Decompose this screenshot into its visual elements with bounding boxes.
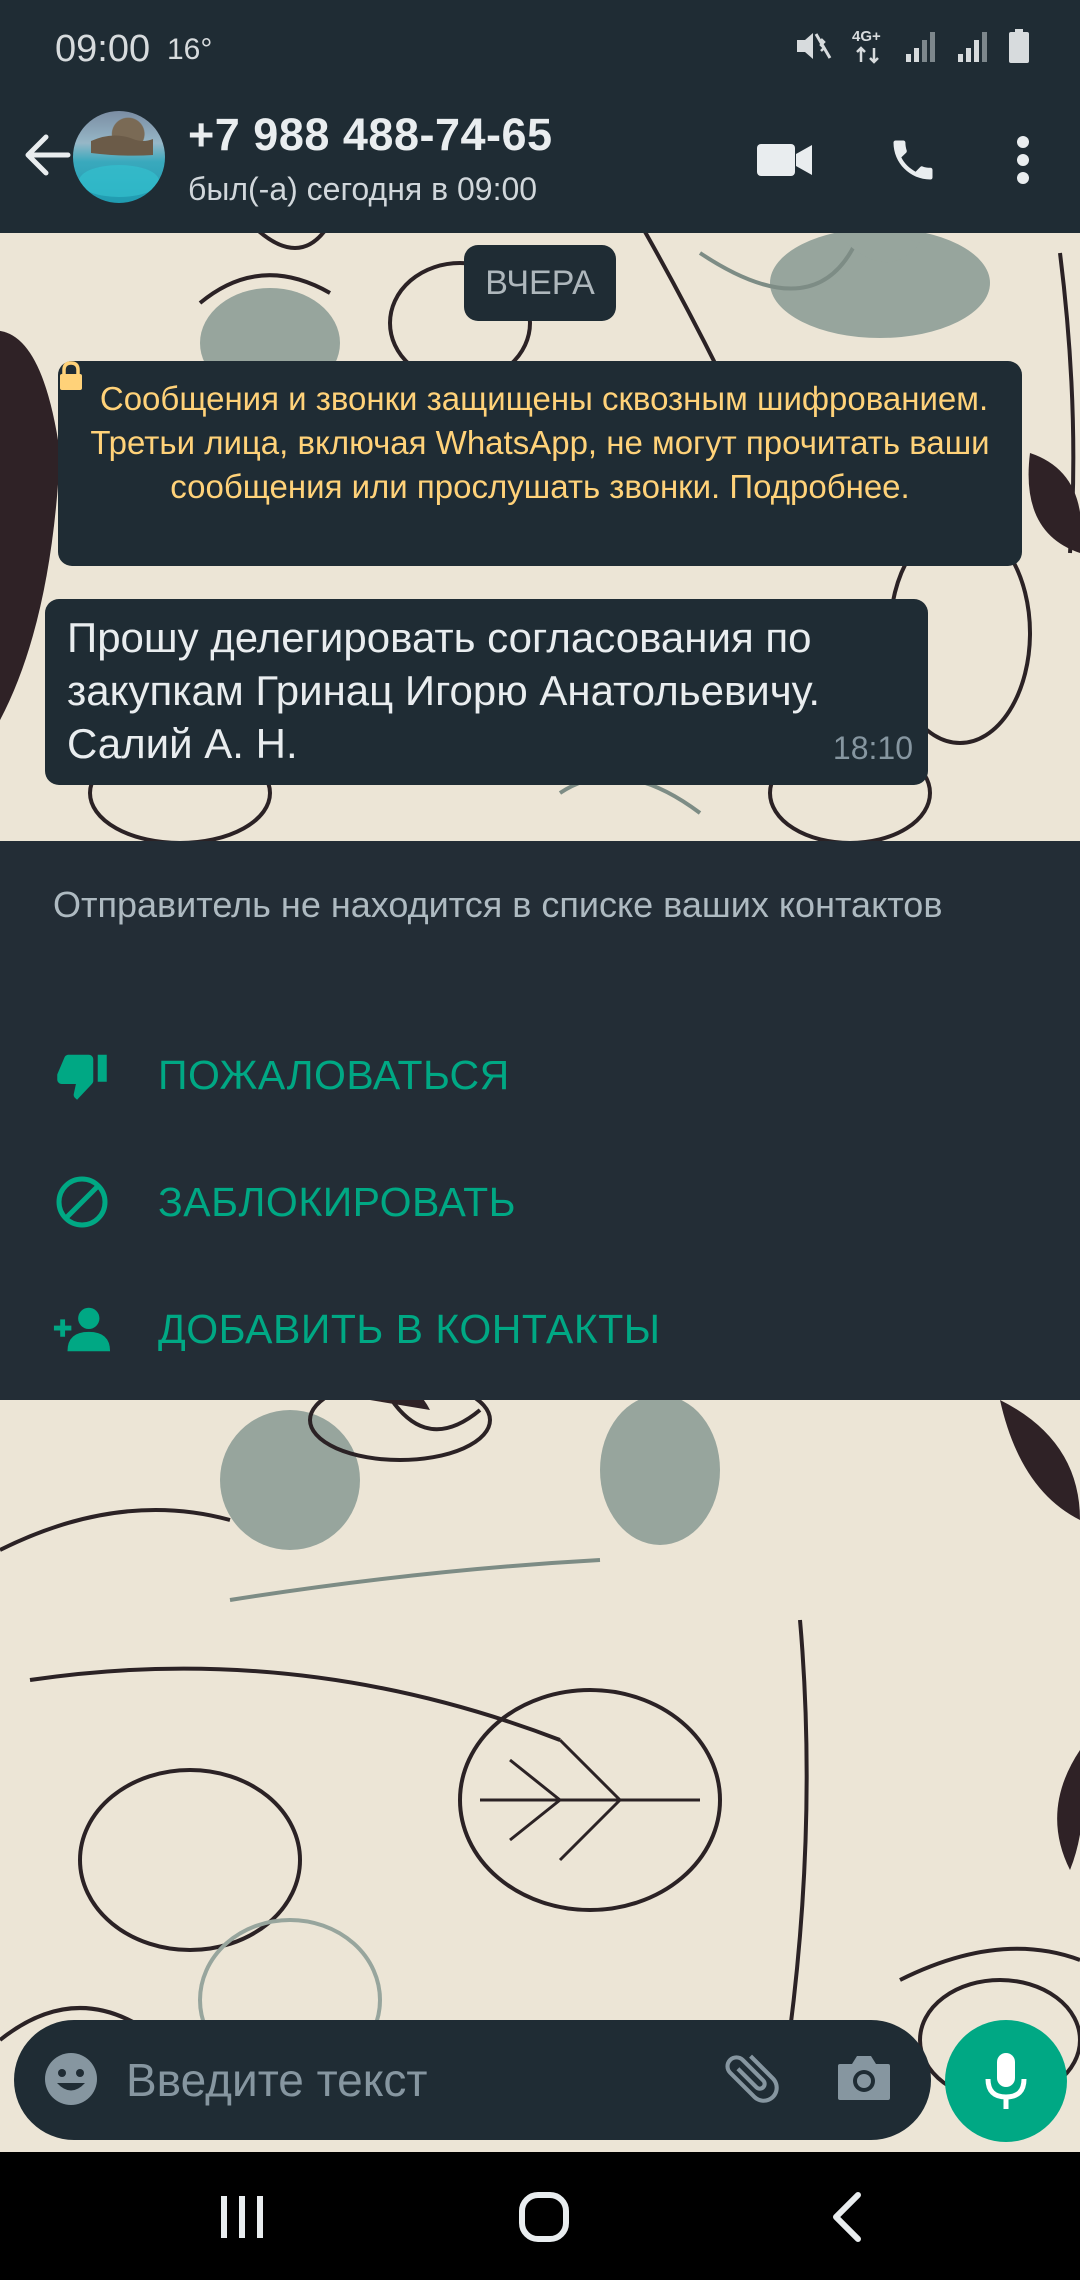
contact-last-seen: был(-а) сегодня в 09:00 <box>188 171 538 207</box>
chat-header: +7 988 488-74-65 был(-а) сегодня в 09:00 <box>0 85 1080 233</box>
report-button[interactable]: ПОЖАЛОВАТЬСЯ <box>0 1019 1080 1129</box>
back-button[interactable] <box>18 125 78 185</box>
block-button[interactable]: ЗАБЛОКИРОВАТЬ <box>0 1146 1080 1256</box>
video-call-icon <box>757 144 812 176</box>
home-button[interactable] <box>504 2182 584 2252</box>
message-composer <box>14 2020 931 2140</box>
back-arrow-icon <box>25 134 71 176</box>
recent-apps-icon <box>221 2196 263 2238</box>
phone-icon <box>893 140 933 180</box>
avatar[interactable] <box>73 111 165 203</box>
voice-call-button[interactable] <box>878 125 948 195</box>
message-time: 18:10 <box>832 730 913 766</box>
add-contact-button[interactable]: ДОБАВИТЬ В КОНТАКТЫ <box>0 1273 1080 1383</box>
more-vert-icon <box>1017 136 1029 184</box>
block-icon <box>52 1174 112 1230</box>
report-label: ПОЖАЛОВАТЬСЯ <box>158 1052 510 1098</box>
contact-name[interactable]: +7 988 488-74-65 <box>188 109 553 161</box>
camera-icon <box>838 2056 890 2100</box>
add-person-icon <box>52 1301 112 1357</box>
recent-apps-button[interactable] <box>202 2182 282 2252</box>
attach-icon <box>725 2054 779 2103</box>
add-contact-label: ДОБАВИТЬ В КОНТАКТЫ <box>158 1306 661 1352</box>
emoji-icon <box>45 2053 97 2105</box>
date-chip: ВЧЕРА <box>464 245 616 321</box>
status-bar: 09:00 16° 4G+ <box>0 0 1080 85</box>
encryption-notice[interactable]: Сообщения и звонки защищены сквозным шиф… <box>58 361 1022 566</box>
home-icon <box>519 2192 569 2242</box>
status-temperature: 16° <box>167 33 213 66</box>
status-icons: 4G+ <box>794 26 1030 66</box>
unknown-sender-panel: Отправитель не находится в списке ваших … <box>0 841 1080 1400</box>
message-text: Прошу делегировать согласования по закуп… <box>67 614 902 767</box>
system-nav-bar <box>0 2152 1080 2280</box>
camera-button[interactable] <box>834 2048 894 2113</box>
svg-text:4G+: 4G+ <box>852 28 881 45</box>
mute-vibrate-icon <box>797 33 832 59</box>
block-label: ЗАБЛОКИРОВАТЬ <box>158 1179 517 1225</box>
thumb-down-icon <box>52 1047 112 1103</box>
voice-message-button[interactable] <box>945 2020 1067 2142</box>
network-4g-icon: 4G+ <box>852 28 881 64</box>
video-call-button[interactable] <box>750 125 820 195</box>
avatar-image <box>79 135 159 197</box>
system-back-button[interactable] <box>806 2182 886 2252</box>
mic-icon <box>985 2053 1027 2109</box>
encryption-notice-text: Сообщения и звонки защищены сквозным шиф… <box>90 380 990 505</box>
unknown-sender-note: Отправитель не находится в списке ваших … <box>53 884 943 925</box>
battery-icon <box>1009 29 1029 63</box>
emoji-button[interactable] <box>42 2050 100 2113</box>
signal-icon <box>906 32 935 62</box>
message-input[interactable] <box>126 2050 686 2110</box>
back-icon <box>833 2192 861 2242</box>
chat-wallpaper: ВЧЕРА Сообщения и звонки защищены сквозн… <box>0 233 1080 841</box>
status-time: 09:00 <box>55 28 151 70</box>
message-bubble[interactable]: Прошу делегировать согласования по закуп… <box>45 599 928 785</box>
attach-button[interactable] <box>719 2045 785 2116</box>
more-options-button[interactable] <box>988 125 1058 195</box>
signal-icon <box>958 32 987 62</box>
